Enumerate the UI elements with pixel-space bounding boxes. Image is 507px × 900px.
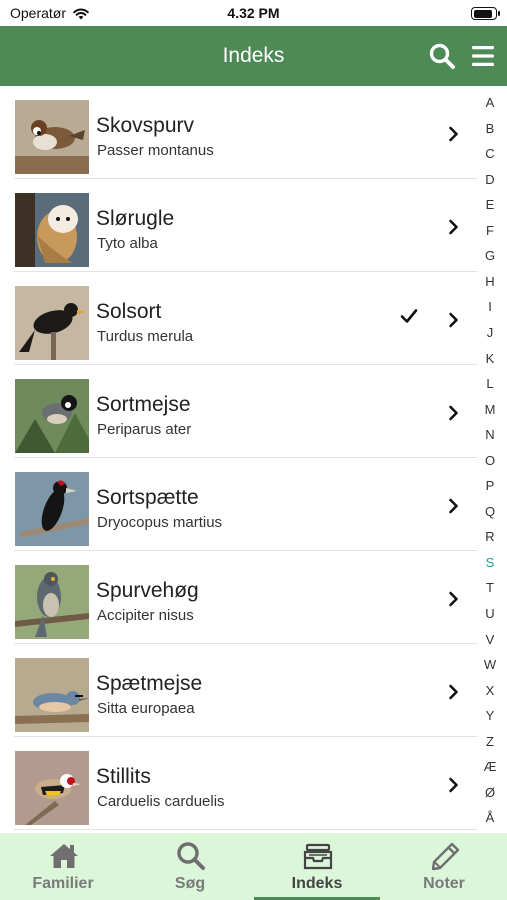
bird-latin-name: Sitta europaea xyxy=(97,700,195,717)
list-item[interactable]: Sortmejse Periparus ater xyxy=(0,365,477,458)
list-item[interactable]: Spurvehøg Accipiter nisus xyxy=(0,551,477,644)
bird-latin-name: Dryocopus martius xyxy=(97,514,223,531)
archive-box-icon xyxy=(303,843,333,870)
list-item[interactable]: Sortspætte Dryocopus martius xyxy=(0,458,477,551)
pencil-icon xyxy=(431,842,460,871)
index-letter[interactable]: D xyxy=(477,171,503,189)
list-item[interactable]: Slørugle Tyto alba xyxy=(0,179,477,272)
bird-latin-name: Carduelis carduelis xyxy=(97,793,225,810)
bird-latin-name: Passer montanus xyxy=(97,142,214,159)
chevron-right-icon xyxy=(449,312,458,328)
bird-latin-name: Turdus merula xyxy=(97,328,194,345)
tab-familier[interactable]: Familier xyxy=(0,833,126,900)
index-letter[interactable]: E xyxy=(477,196,503,214)
index-letter[interactable]: Ø xyxy=(477,784,503,802)
row-divider xyxy=(14,829,477,830)
bird-photo xyxy=(15,193,89,267)
index-letter[interactable]: F xyxy=(477,222,503,240)
index-letter[interactable]: S xyxy=(477,554,503,572)
alphabet-index[interactable]: ABCDEFGHIJKLMNOPQRSTUVWXYZÆØÅ xyxy=(477,94,507,834)
tab-indeks[interactable]: Indeks xyxy=(254,833,380,900)
tab-label: Noter xyxy=(423,875,465,892)
index-letter[interactable]: H xyxy=(477,273,503,291)
tab-sog[interactable]: Søg xyxy=(127,833,253,900)
tab-bar: Familier Søg Indeks Noter xyxy=(0,833,507,900)
list-item[interactable]: Spætmejse Sitta europaea xyxy=(0,644,477,737)
status-bar: Operatør 4.32 PM xyxy=(0,0,507,26)
clock: 4.32 PM xyxy=(227,5,280,21)
bird-photo xyxy=(15,565,89,639)
bird-photo xyxy=(15,286,89,360)
checkmark-icon xyxy=(400,309,418,323)
tab-noter[interactable]: Noter xyxy=(381,833,507,900)
index-letter[interactable]: W xyxy=(477,656,503,674)
chevron-right-icon xyxy=(449,126,458,142)
bird-name: Spætmejse xyxy=(96,672,203,695)
chevron-right-icon xyxy=(449,684,458,700)
index-letter[interactable]: Y xyxy=(477,707,503,725)
home-icon xyxy=(50,844,78,868)
index-letter[interactable]: K xyxy=(477,350,503,368)
hamburger-menu-icon[interactable] xyxy=(470,43,496,69)
battery-level xyxy=(473,9,492,18)
chevron-right-icon xyxy=(449,405,458,421)
bird-photo xyxy=(15,379,89,453)
battery-icon xyxy=(471,7,500,20)
index-letter[interactable]: R xyxy=(477,528,503,546)
list-item[interactable]: Skovspurv Passer montanus xyxy=(0,86,477,179)
index-letter[interactable]: Z xyxy=(477,733,503,751)
bird-latin-name: Tyto alba xyxy=(97,235,158,252)
nav-bar: Indeks xyxy=(0,26,507,86)
index-letter[interactable]: Æ xyxy=(477,758,503,776)
bird-name: Sortmejse xyxy=(96,393,191,416)
bird-name: Slørugle xyxy=(96,207,175,230)
index-letter[interactable]: T xyxy=(477,579,503,597)
tab-label: Familier xyxy=(32,875,94,892)
tab-label: Indeks xyxy=(291,875,343,892)
index-letter[interactable]: N xyxy=(477,426,503,444)
bird-name: Skovspurv xyxy=(96,114,195,137)
search-icon[interactable] xyxy=(428,42,456,70)
index-letter[interactable]: B xyxy=(477,120,503,138)
index-letter[interactable]: X xyxy=(477,682,503,700)
bird-name: Solsort xyxy=(96,300,162,323)
bird-index-list: Skovspurv Passer montanus Slørugle Tyto alb… xyxy=(0,86,477,833)
list-item[interactable]: Solsort Turdus merula xyxy=(0,272,477,365)
index-letter[interactable]: U xyxy=(477,605,503,623)
chevron-right-icon xyxy=(449,219,458,235)
index-letter[interactable]: L xyxy=(477,375,503,393)
index-letter[interactable]: M xyxy=(477,401,503,419)
index-letter[interactable]: Å xyxy=(477,809,503,827)
bird-latin-name: Periparus ater xyxy=(97,421,192,438)
search-icon xyxy=(177,842,205,870)
bird-photo xyxy=(15,751,89,825)
bird-name: Sortspætte xyxy=(96,486,199,509)
list-item[interactable]: Stillits Carduelis carduelis xyxy=(0,737,477,830)
bird-photo xyxy=(15,472,89,546)
index-letter[interactable]: G xyxy=(477,247,503,265)
chevron-right-icon xyxy=(449,591,458,607)
index-letter[interactable]: A xyxy=(477,94,503,112)
index-letter[interactable]: V xyxy=(477,631,503,649)
index-letter[interactable]: C xyxy=(477,145,503,163)
index-letter[interactable]: J xyxy=(477,324,503,342)
chevron-right-icon xyxy=(449,498,458,514)
index-letter[interactable]: O xyxy=(477,452,503,470)
index-letter[interactable]: Q xyxy=(477,503,503,521)
index-letter[interactable]: P xyxy=(477,477,503,495)
bird-name: Spurvehøg xyxy=(96,579,199,602)
bird-name: Stillits xyxy=(96,765,151,788)
bird-photo xyxy=(15,658,89,732)
chevron-right-icon xyxy=(449,777,458,793)
bird-photo xyxy=(15,100,89,174)
bird-latin-name: Accipiter nisus xyxy=(97,607,194,624)
tab-label: Søg xyxy=(174,875,206,892)
index-letter[interactable]: I xyxy=(477,298,503,316)
